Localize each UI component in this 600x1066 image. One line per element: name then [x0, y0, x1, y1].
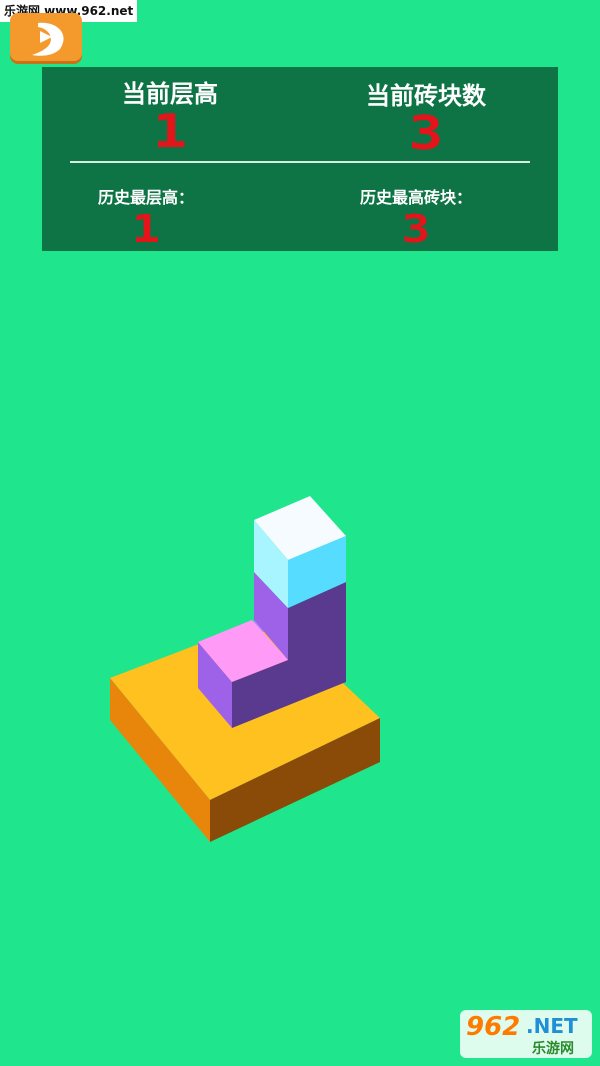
- watermark-logo-name: 乐游网: [532, 1041, 574, 1057]
- watermark-logo-suffix: .NET: [526, 1014, 578, 1038]
- watermark-logo: 962 .NET 乐游网: [460, 1010, 592, 1058]
- watermark-logo-number: 962: [466, 1012, 521, 1042]
- game-scene[interactable]: [0, 0, 600, 1066]
